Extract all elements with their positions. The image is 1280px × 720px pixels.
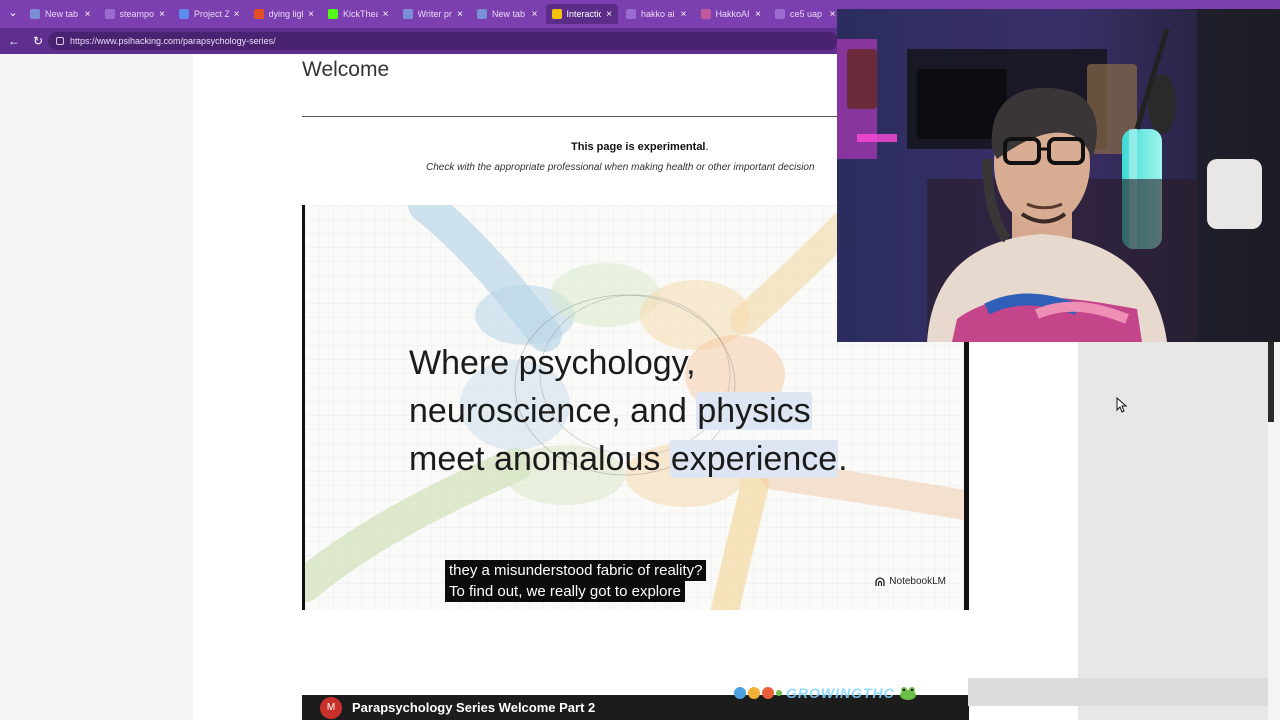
tab-close-icon[interactable]: × (830, 9, 836, 20)
tab-favicon-icon (626, 9, 636, 19)
tab-favicon-icon (253, 9, 264, 19)
tab-title: New tab (45, 9, 79, 19)
tab-title: New tab (492, 9, 526, 19)
notebooklm-icon (875, 576, 885, 586)
video-headline: Where psychology, neuroscience, and phys… (409, 339, 848, 483)
browser-tab[interactable]: hakko ai - × (620, 4, 693, 24)
headline-line-2-start: neuroscience, and (409, 392, 697, 430)
tab-close-icon[interactable]: × (85, 9, 91, 20)
tab-title: hakko ai - (641, 9, 676, 19)
channel-avatar[interactable]: M (320, 696, 342, 719)
tab-favicon-icon (104, 9, 115, 19)
headline-line-3: meet anomalous experience. (409, 435, 848, 483)
mouse-cursor-icon (1116, 397, 1128, 413)
scrollbar-thumb[interactable] (1268, 342, 1274, 422)
tab-favicon-icon (328, 9, 338, 19)
back-arrow-icon[interactable]: ← (4, 31, 24, 51)
browser-tab[interactable]: steampow × (99, 4, 172, 24)
page-title: Welcome (302, 58, 390, 81)
experimental-bold: This page is experimental (571, 141, 706, 153)
tab-title: steampow (119, 9, 155, 19)
tab-close-icon[interactable]: × (159, 9, 165, 20)
notebooklm-watermark: NotebookLM (875, 576, 946, 587)
tab-close-icon[interactable]: × (755, 9, 761, 20)
browser-tab[interactable]: New tab × (471, 4, 544, 24)
overlay-logo-text: GROWINGTHC (786, 685, 895, 701)
caption-line-2: To find out, we really got to explore (445, 581, 685, 602)
browser-tab[interactable]: Project Zo × (173, 4, 246, 24)
site-info-icon[interactable] (56, 37, 64, 45)
frog-icon (899, 687, 916, 700)
tab-favicon-icon (30, 9, 40, 19)
tab-favicon-icon (402, 9, 413, 19)
tab-title: ce5 uap - (790, 9, 825, 19)
right-gray-panel (1078, 342, 1268, 720)
tab-title: HakkoAI - (715, 9, 751, 19)
disclaimer-text: Check with the appropriate professional … (426, 162, 815, 173)
webcam-overlay (837, 9, 1280, 342)
browser-tab[interactable]: Writer proj × (397, 4, 470, 24)
tab-close-icon[interactable]: × (532, 9, 538, 20)
tab-close-icon[interactable]: × (234, 9, 240, 20)
tab-favicon-icon (551, 9, 562, 19)
url-text: https://www.psihacking.com/parapsycholog… (70, 36, 276, 46)
tab-favicon-icon (179, 9, 189, 19)
headline-line-3-start: meet anomalous (409, 440, 670, 478)
highlight-physics: physics (696, 392, 812, 430)
tab-favicon-icon (775, 9, 785, 19)
notebooklm-label: NotebookLM (889, 576, 946, 587)
tab-title: Interaction (566, 9, 602, 19)
tab-search-chevron-icon[interactable]: ⌄ (6, 6, 20, 20)
stream-overlay-logo: GROWINGTHC (732, 682, 942, 704)
tab-close-icon[interactable]: × (681, 9, 687, 20)
url-field[interactable]: https://www.psihacking.com/parapsycholog… (48, 32, 838, 50)
browser-tab[interactable]: KickTheate × (322, 4, 395, 24)
embedded-video-title[interactable]: Parapsychology Series Welcome Part 2 (352, 700, 595, 715)
tab-title: Writer proj (417, 9, 453, 19)
highlight-experience: experience (669, 440, 839, 478)
tab-title: Project Zo (194, 9, 229, 19)
tab-favicon-icon (700, 9, 711, 19)
reload-icon[interactable]: ↻ (28, 31, 48, 51)
tab-close-icon[interactable]: × (308, 9, 314, 20)
browser-tab[interactable]: Interaction × (545, 4, 618, 24)
tab-close-icon[interactable]: × (606, 9, 612, 20)
tab-favicon-icon (477, 9, 487, 19)
closed-captions: they a misunderstood fabric of reality? … (445, 560, 707, 602)
overlay-emoji-icons (734, 687, 782, 699)
browser-tab[interactable]: New tab × (24, 4, 97, 24)
headline-line-1: Where psychology, (409, 344, 696, 382)
tab-title: dying light (268, 9, 304, 19)
experimental-notice: This page is experimental. (571, 141, 709, 153)
caption-line-1: they a misunderstood fabric of reality? (445, 560, 707, 581)
divider (302, 116, 862, 117)
tab-close-icon[interactable]: × (383, 9, 389, 20)
headline-line-3-end: . (838, 440, 848, 478)
experimental-period: . (705, 141, 709, 153)
browser-tab[interactable]: dying light × (248, 4, 321, 24)
stream-overlay-band (968, 678, 1268, 706)
streamer-webcam-image (837, 9, 1280, 342)
headline-line-2: neuroscience, and physics (409, 387, 848, 435)
browser-tab[interactable]: HakkoAI - × (695, 4, 768, 24)
tab-close-icon[interactable]: × (457, 9, 463, 20)
browser-tab[interactable]: ce5 uap - × (769, 4, 842, 24)
tab-title: KickTheate (343, 9, 378, 19)
